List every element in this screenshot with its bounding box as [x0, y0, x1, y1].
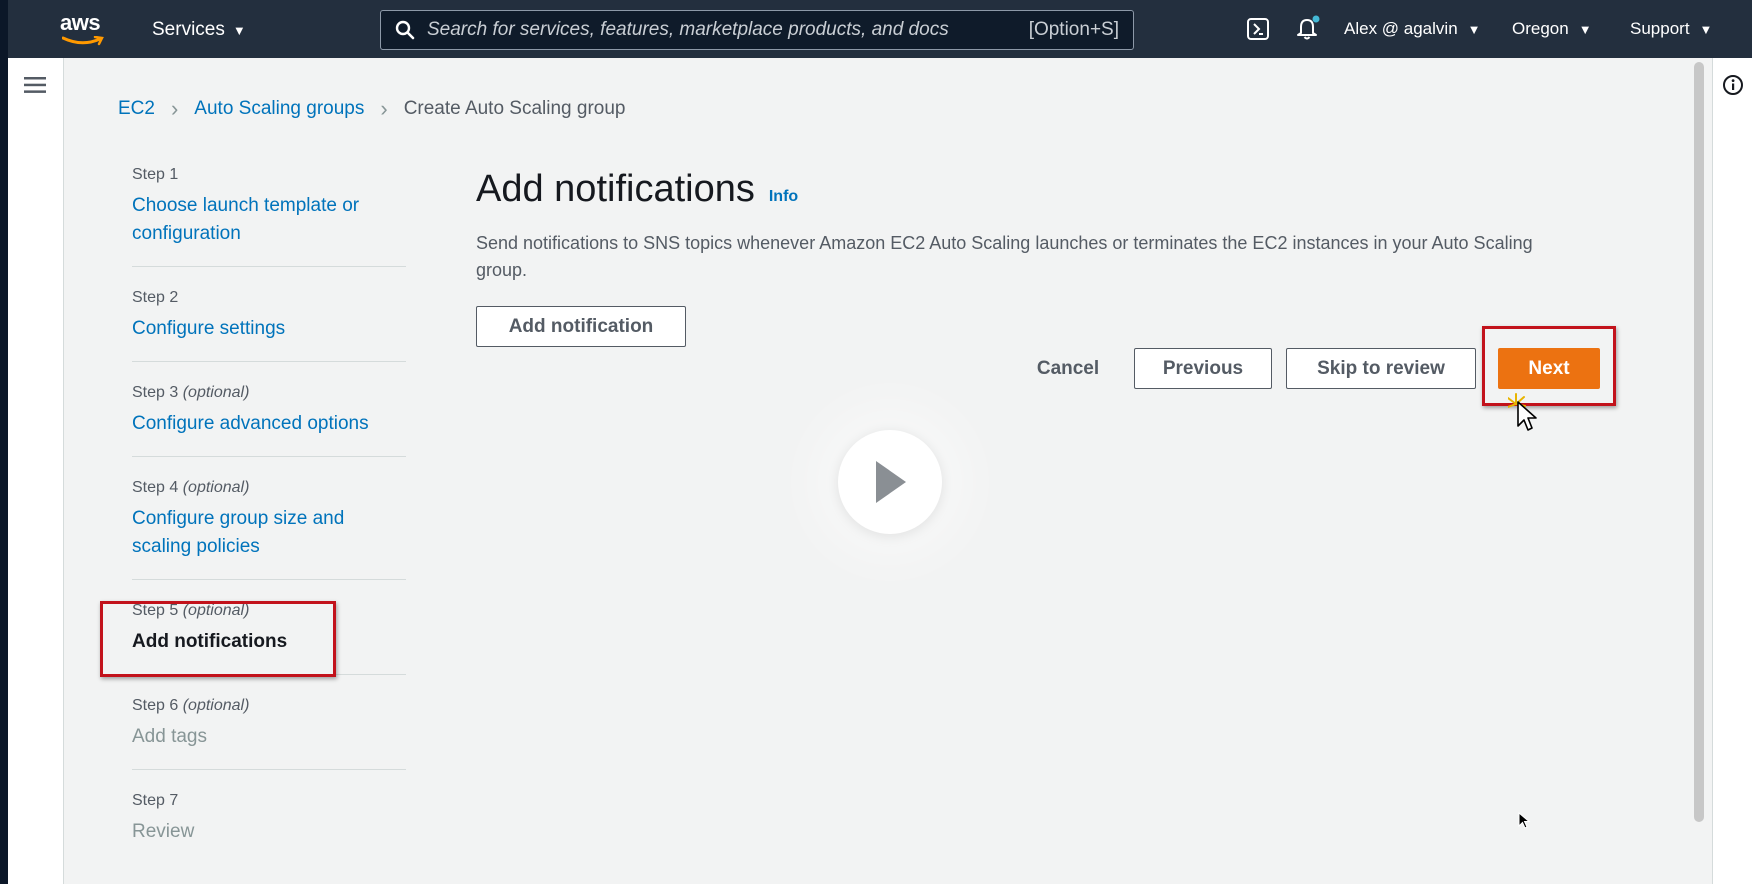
- play-icon: [876, 461, 906, 503]
- wizard-step-7: Step 7 Review: [132, 792, 406, 864]
- add-notification-button[interactable]: Add notification: [476, 306, 686, 347]
- step-disabled: Add tags: [132, 726, 207, 747]
- support-menu[interactable]: Support ▼: [1630, 19, 1712, 39]
- wizard-step-4: Step 4 (optional) Configure group size a…: [132, 479, 406, 580]
- search-input[interactable]: [427, 19, 1019, 41]
- top-navigation: aws Services ▼ [Option+S]: [8, 0, 1752, 58]
- mouse-pointer-icon: [1518, 812, 1531, 829]
- cloudshell-icon[interactable]: [1246, 17, 1270, 46]
- wizard-step-2: Step 2 Configure settings: [132, 289, 406, 362]
- bell-icon[interactable]: [1294, 14, 1322, 47]
- aws-smile-icon: [62, 36, 104, 46]
- menu-icon[interactable]: [24, 76, 46, 99]
- caret-down-icon: ▼: [1467, 21, 1481, 37]
- info-icon[interactable]: [1722, 74, 1744, 101]
- caret-down-icon: ▼: [1578, 21, 1592, 37]
- step-link[interactable]: Configure settings: [132, 315, 406, 343]
- page-description: Send notifications to SNS topics wheneve…: [476, 233, 1533, 280]
- wizard-steps: Step 1 Choose launch template or configu…: [132, 166, 406, 884]
- step-disabled: Review: [132, 821, 195, 842]
- search-icon: [395, 20, 415, 40]
- cursor-click-icon: [1508, 393, 1537, 431]
- video-play-button[interactable]: [838, 430, 942, 534]
- region-menu[interactable]: Oregon ▼: [1512, 19, 1592, 39]
- cancel-button[interactable]: Cancel: [1018, 348, 1118, 389]
- caret-down-icon: ▼: [1699, 21, 1713, 37]
- wizard-step-6: Step 6 (optional) Add tags: [132, 697, 406, 770]
- step-link[interactable]: Configure group size and scaling policie…: [132, 505, 362, 561]
- breadcrumb: EC2 › Auto Scaling groups › Create Auto …: [118, 96, 626, 122]
- wizard-step-3: Step 3 (optional) Configure advanced opt…: [132, 384, 406, 457]
- breadcrumb-auto-scaling-groups[interactable]: Auto Scaling groups: [194, 98, 364, 120]
- scrollbar[interactable]: [1694, 62, 1704, 822]
- info-link[interactable]: Info: [769, 188, 798, 206]
- highlight-step-5: [100, 601, 336, 677]
- aws-logo[interactable]: aws: [60, 12, 110, 46]
- search-bar[interactable]: [Option+S]: [380, 10, 1134, 50]
- previous-button[interactable]: Previous: [1134, 348, 1272, 389]
- page-title: Add notifications: [476, 168, 755, 210]
- services-menu[interactable]: Services ▼: [152, 19, 246, 41]
- step-link[interactable]: Configure advanced options: [132, 410, 406, 438]
- step-link[interactable]: Choose launch template or configuration: [132, 192, 382, 248]
- chevron-right-icon: ›: [380, 96, 388, 121]
- breadcrumb-current: Create Auto Scaling group: [403, 98, 626, 119]
- caret-down-icon: ▼: [232, 22, 246, 38]
- side-navigation-collapsed: [8, 58, 64, 884]
- page-header: Add notifications Info: [476, 168, 798, 211]
- highlight-next-button: [1482, 326, 1616, 406]
- chevron-right-icon: ›: [170, 96, 179, 121]
- search-shortcut: [Option+S]: [1028, 19, 1119, 40]
- wizard-step-1: Step 1 Choose launch template or configu…: [132, 166, 406, 267]
- breadcrumb-ec2[interactable]: EC2: [118, 98, 155, 120]
- skip-to-review-button[interactable]: Skip to review: [1286, 348, 1476, 389]
- help-panel-collapsed: [1712, 58, 1752, 884]
- user-menu[interactable]: Alex @ agalvin ▼: [1344, 19, 1481, 39]
- console-window: aws Services ▼ [Option+S]: [8, 0, 1752, 884]
